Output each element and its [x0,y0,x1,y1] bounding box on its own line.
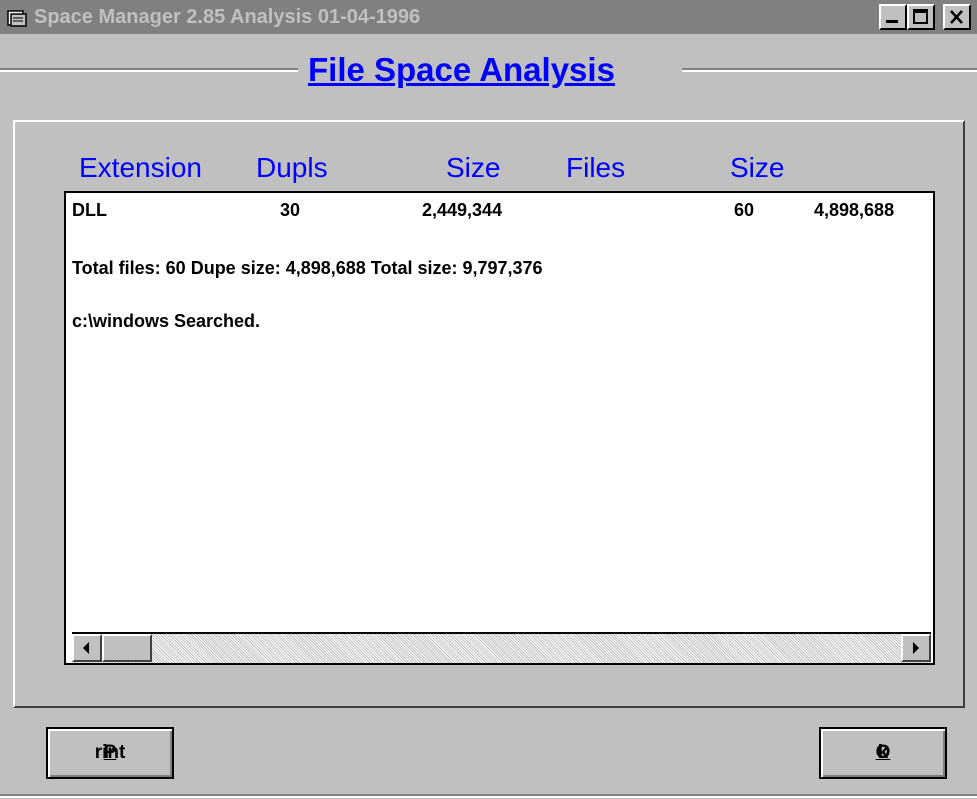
maximize-icon [913,9,928,24]
column-header-dupls: Dupls [256,152,328,183]
column-header-total-size: Size [730,152,785,183]
print-button[interactable]: Print [46,727,174,779]
close-button[interactable] [943,4,971,30]
minimize-icon [886,20,898,23]
horizontal-scrollbar[interactable] [72,632,931,663]
column-header-extension: Extension [79,152,202,183]
totals-line[interactable]: Total files: 60 Dupe size: 4,898,688 Tot… [72,257,543,279]
heading-divider-left [0,68,298,72]
scroll-right-button[interactable] [901,634,931,662]
bottom-divider [0,794,977,798]
minimize-button[interactable] [879,4,907,30]
ok-label: k [877,742,889,763]
print-label: rint [94,742,126,763]
row-total-size: 4,898,688 [814,200,895,220]
results-listbox[interactable]: DLL 30 2,449,344 60 4,898,688 Total file… [64,191,935,665]
column-header-files: Files [566,152,626,183]
column-header-size: Size [446,152,501,183]
maximize-button[interactable] [907,4,935,30]
row-files: 60 [734,200,755,220]
ok-button[interactable]: Ok [819,727,947,779]
row-size: 2,449,344 [422,200,503,220]
title-bar[interactable]: Space Manager 2.85 Analysis 01-04-1996 [0,0,977,34]
searched-line[interactable]: c:\windows Searched. [72,310,260,332]
close-icon [950,10,963,24]
row-extension[interactable]: DLL [72,199,107,221]
document-icon[interactable] [6,8,28,28]
scroll-left-button[interactable] [72,634,102,662]
window-title: Space Manager 2.85 Analysis 01-04-1996 [34,6,421,28]
arrow-right-icon [913,642,919,654]
heading-divider-right [682,68,977,72]
arrow-left-icon [83,642,89,654]
row-dupls: 30 [280,200,301,220]
scrollbar-thumb[interactable] [102,634,152,662]
page-heading: File Space Analysis [308,51,615,88]
